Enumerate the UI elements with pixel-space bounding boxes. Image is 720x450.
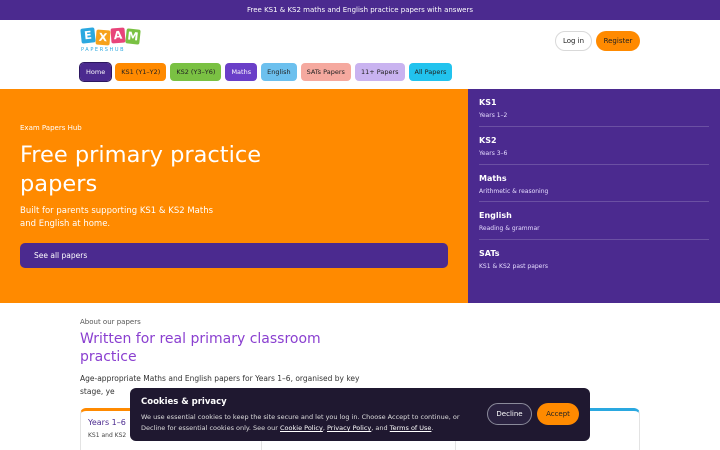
cookie-banner: Cookies & privacy We use essential cooki…: [130, 388, 590, 441]
nav-english[interactable]: English: [261, 63, 297, 81]
logo-tiles: E X A M: [80, 27, 151, 46]
hero-kicker: Exam Papers Hub: [20, 124, 82, 132]
side-item-title: Maths: [479, 173, 507, 183]
hero-title: Free primary practice papers: [20, 142, 262, 197]
nav-maths[interactable]: Maths: [225, 63, 258, 81]
side-item-english[interactable]: English Reading & grammar: [479, 202, 709, 241]
nav-ks1[interactable]: KS1 (Y1–Y2): [115, 63, 167, 81]
login-button[interactable]: Log in: [555, 31, 592, 51]
cookie-separator: , and: [371, 424, 390, 432]
nav-all-papers[interactable]: All Papers: [408, 63, 453, 81]
logo-letter-m: M: [125, 28, 141, 45]
about-title: Written for real primary classroom pract…: [80, 331, 321, 365]
side-item-title: KS1: [479, 98, 497, 107]
privacy-policy-link[interactable]: Privacy Policy: [327, 424, 371, 432]
logo-letter-e: E: [80, 27, 96, 44]
side-item-ks2[interactable]: KS2 Years 3–6: [479, 127, 709, 165]
side-item-ks1[interactable]: KS1 Years 1–2: [479, 89, 709, 127]
announcement-bar: Free KS1 & KS2 maths and English practic…: [0, 0, 720, 20]
register-button[interactable]: Register: [596, 31, 640, 51]
nav-11-plus-papers[interactable]: 11+ Papers: [354, 63, 405, 81]
nav-ks2[interactable]: KS2 (Y3–Y6): [170, 63, 222, 81]
logo-letter-a: A: [110, 27, 126, 44]
nav-home[interactable]: Home: [78, 62, 113, 82]
side-item-title: English: [479, 211, 512, 221]
about-kicker: About our papers: [80, 318, 141, 326]
side-item-sub: Years 3–6: [479, 149, 508, 157]
site-logo[interactable]: E X A M PAPERSHUB: [80, 27, 151, 56]
hero-section: Exam Papers Hub Free primary practice pa…: [0, 89, 468, 303]
key-stage-panel: KS1 Years 1–2 KS2 Years 3–6 Maths Arithm…: [468, 89, 720, 303]
cookie-text: We use essential cookies to keep the sit…: [141, 412, 481, 434]
cookie-end: .: [431, 424, 434, 432]
see-all-papers-button[interactable]: See all papers: [20, 243, 448, 268]
side-item-maths[interactable]: Maths Arithmetic & reasoning: [479, 165, 709, 203]
hero-subtitle: Built for parents supporting KS1 & KS2 M…: [20, 206, 214, 229]
announcement-text: Free KS1 & KS2 maths and English practic…: [246, 6, 473, 14]
logo-subtitle: PAPERSHUB: [81, 47, 126, 53]
logo-letter-x: X: [95, 29, 111, 46]
cookie-policy-link[interactable]: Cookie Policy: [280, 424, 323, 432]
side-item-title: SATs: [479, 249, 500, 259]
main-nav: Home KS1 (Y1–Y2) KS2 (Y3–Y6) Maths Engli…: [78, 62, 453, 82]
side-item-sub: KS1 & KS2 past papers: [479, 263, 548, 271]
nav-sats-papers[interactable]: SATs Papers: [300, 63, 351, 81]
terms-of-use-link[interactable]: Terms of Use: [390, 424, 432, 432]
accept-button[interactable]: Accept: [537, 403, 579, 425]
side-item-sub: Reading & grammar: [479, 225, 540, 233]
side-item-sats[interactable]: SATs KS1 & KS2 past papers: [479, 240, 709, 278]
side-item-sub: Arithmetic & reasoning: [479, 187, 549, 195]
cookie-title: Cookies & privacy: [141, 397, 227, 407]
decline-button[interactable]: Decline: [487, 403, 532, 425]
side-item-sub: Years 1–2: [479, 112, 508, 119]
side-item-title: KS2: [479, 135, 497, 145]
